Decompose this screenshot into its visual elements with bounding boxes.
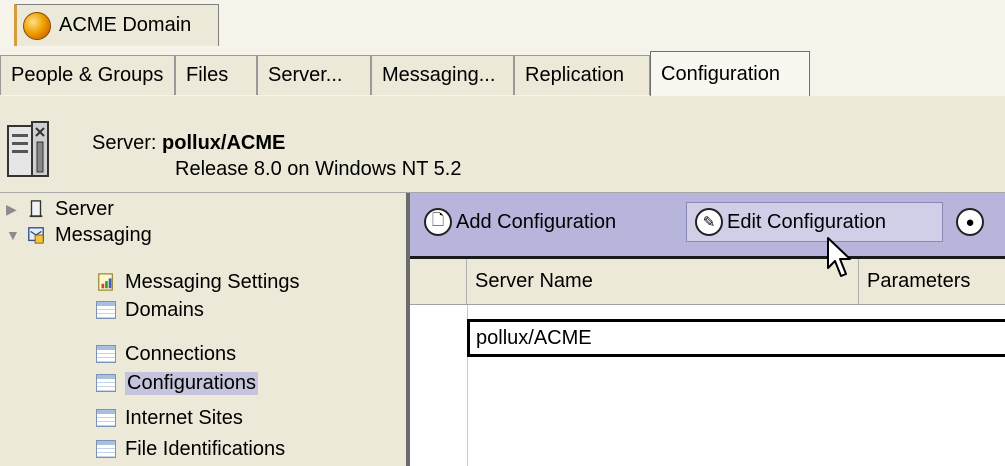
edit-pencil-icon: ✎ [695,208,723,236]
server-icon [29,200,43,218]
tree-item-label: Connections [125,342,237,365]
row-selection-gutter [410,305,468,466]
tree-item-server[interactable]: ▶ Server [6,197,114,221]
server-prefix: Server: [92,132,163,154]
mouse-pointer-icon [827,237,851,277]
tab-label: Messaging... [382,64,496,86]
tab-messaging[interactable]: Messaging... [371,55,514,95]
tab-files[interactable]: Files [175,55,257,95]
server-name: pollux/ACME [162,132,286,154]
navigation-tree: ▶ Server ▼ Messaging Messaging Settings … [0,193,406,466]
collapse-arrow-icon[interactable]: ▼ [6,227,20,243]
tree-item-domains[interactable]: Domains [96,298,204,322]
view-icon [96,440,116,458]
tree-item-internet-sites[interactable]: Internet Sites [96,406,243,430]
tree-item-label: Internet Sites [125,406,243,429]
view-icon [96,409,116,427]
column-header-row: Server Name Parameters [410,259,1005,305]
column-header-parameters[interactable]: Parameters [859,259,1005,304]
tree-item-label: Messaging [55,223,152,246]
tab-label: Configuration [661,63,780,85]
server-release: Release 8.0 on Windows NT 5.2 [175,158,462,180]
tab-replication[interactable]: Replication [514,55,650,95]
domain-globe-icon [23,11,51,40]
add-document-icon: 🗋 [424,208,452,236]
tab-label: People & Groups [11,64,164,86]
column-label: Server Name [475,270,593,292]
tab-configuration[interactable]: Configuration [650,51,810,97]
view-icon [96,374,116,392]
tree-item-configurations[interactable]: Configurations [96,371,258,395]
action-bar: 🗋 Add Configuration ✎ Edit Configuration… [410,193,1005,259]
tree-item-label: Configurations [125,371,258,395]
server-tower-icon [7,121,49,177]
tab-label: Server... [268,64,343,86]
tree-item-file-identifications[interactable]: File Identifications [96,437,285,461]
column-label: Parameters [867,270,971,292]
tab-label: Files [186,64,229,86]
view-icon [96,301,116,319]
table-row[interactable]: pollux/ACME [467,319,1005,357]
cell-server-name: pollux/ACME [476,326,592,349]
tab-label: Replication [525,64,624,86]
edit-configuration-label: Edit Configuration [727,210,886,233]
navigator-tabs: People & Groups Files Server... Messagin… [0,46,1005,97]
delete-icon: ● [956,208,984,236]
tab-server[interactable]: Server... [257,55,371,95]
add-configuration-button[interactable]: 🗋 Add Configuration [424,202,616,242]
domain-tab-label: ACME Domain [59,14,192,36]
edit-configuration-button[interactable]: ✎ Edit Configuration [686,202,943,242]
tree-item-label: File Identifications [125,437,286,460]
messaging-icon [28,227,44,244]
more-actions-button[interactable]: ● [956,202,988,242]
column-header-server-name[interactable]: Server Name [467,259,859,304]
domain-tab[interactable]: ACME Domain [14,4,219,46]
server-name-line: Server: pollux/ACME [92,132,285,155]
tab-people-groups[interactable]: People & Groups [0,55,175,95]
tree-item-messaging[interactable]: ▼ Messaging [6,223,152,247]
selection-column-header [410,259,467,304]
expand-arrow-icon[interactable]: ▶ [6,201,17,218]
tree-item-messaging-settings[interactable]: Messaging Settings [96,270,300,294]
tree-item-label: Domains [125,298,204,321]
add-configuration-label: Add Configuration [456,210,617,233]
tree-item-label: Messaging Settings [125,270,300,293]
tree-item-connections[interactable]: Connections [96,342,236,366]
settings-document-icon [98,273,113,291]
tree-item-label: Server [55,197,114,220]
view-icon [96,345,116,363]
